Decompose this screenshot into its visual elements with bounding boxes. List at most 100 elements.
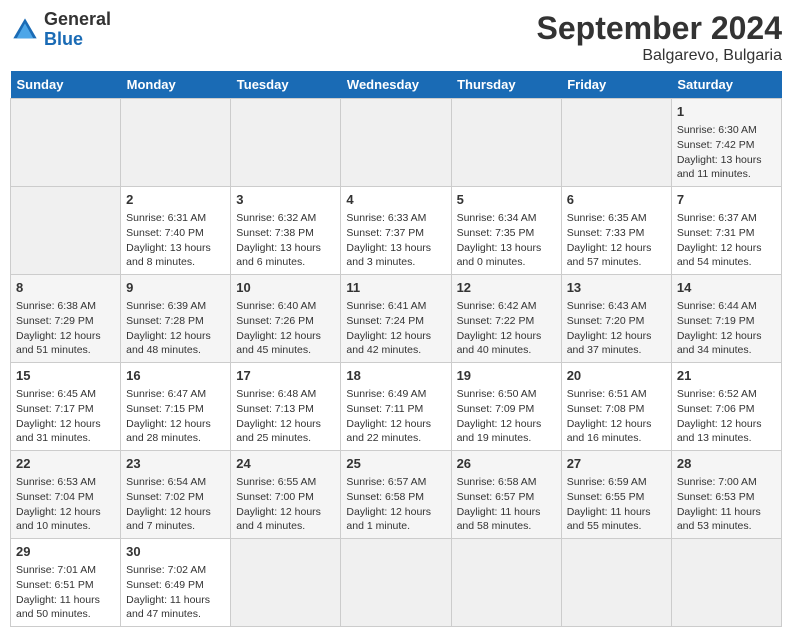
calendar-table: SundayMondayTuesdayWednesdayThursdayFrid… [10, 71, 782, 627]
logo-text: General Blue [44, 10, 111, 50]
day-number: 8 [16, 279, 115, 297]
calendar-cell: 22Sunrise: 6:53 AMSunset: 7:04 PMDayligh… [11, 451, 121, 539]
calendar-cell [451, 99, 561, 187]
location: Balgarevo, Bulgaria [537, 47, 782, 65]
day-number: 23 [126, 455, 225, 473]
sunset-text: Sunset: 7:22 PM [457, 314, 556, 329]
daylight-text: Daylight: 12 hours and 57 minutes. [567, 241, 666, 270]
day-number: 13 [567, 279, 666, 297]
sunset-text: Sunset: 7:33 PM [567, 226, 666, 241]
calendar-cell [341, 99, 451, 187]
calendar-cell: 15Sunrise: 6:45 AMSunset: 7:17 PMDayligh… [11, 363, 121, 451]
day-number: 29 [16, 543, 115, 561]
day-number: 22 [16, 455, 115, 473]
calendar-cell: 5Sunrise: 6:34 AMSunset: 7:35 PMDaylight… [451, 187, 561, 275]
day-number: 30 [126, 543, 225, 561]
calendar-cell [561, 539, 671, 627]
sunset-text: Sunset: 7:28 PM [126, 314, 225, 329]
sunset-text: Sunset: 7:42 PM [677, 138, 776, 153]
calendar-cell: 28Sunrise: 7:00 AMSunset: 6:53 PMDayligh… [671, 451, 781, 539]
calendar-cell: 19Sunrise: 6:50 AMSunset: 7:09 PMDayligh… [451, 363, 561, 451]
sunset-text: Sunset: 7:06 PM [677, 402, 776, 417]
logo-general: General [44, 9, 111, 29]
sunrise-text: Sunrise: 6:55 AM [236, 475, 335, 490]
daylight-text: Daylight: 12 hours and 54 minutes. [677, 241, 776, 270]
day-number: 4 [346, 191, 445, 209]
sunrise-text: Sunrise: 6:39 AM [126, 299, 225, 314]
logo-blue: Blue [44, 29, 83, 49]
daylight-text: Daylight: 12 hours and 34 minutes. [677, 329, 776, 358]
sunrise-text: Sunrise: 6:54 AM [126, 475, 225, 490]
calendar-cell: 10Sunrise: 6:40 AMSunset: 7:26 PMDayligh… [231, 275, 341, 363]
sunrise-text: Sunrise: 6:49 AM [346, 387, 445, 402]
sunrise-text: Sunrise: 6:33 AM [346, 211, 445, 226]
day-number: 9 [126, 279, 225, 297]
calendar-cell: 29Sunrise: 7:01 AMSunset: 6:51 PMDayligh… [11, 539, 121, 627]
day-number: 5 [457, 191, 556, 209]
column-header-friday: Friday [561, 71, 671, 99]
sunset-text: Sunset: 7:04 PM [16, 490, 115, 505]
sunset-text: Sunset: 7:19 PM [677, 314, 776, 329]
sunrise-text: Sunrise: 6:50 AM [457, 387, 556, 402]
calendar-cell: 16Sunrise: 6:47 AMSunset: 7:15 PMDayligh… [121, 363, 231, 451]
day-number: 25 [346, 455, 445, 473]
sunset-text: Sunset: 7:00 PM [236, 490, 335, 505]
column-header-tuesday: Tuesday [231, 71, 341, 99]
daylight-text: Daylight: 11 hours and 58 minutes. [457, 505, 556, 534]
calendar-cell [121, 99, 231, 187]
sunrise-text: Sunrise: 6:43 AM [567, 299, 666, 314]
calendar-cell: 30Sunrise: 7:02 AMSunset: 6:49 PMDayligh… [121, 539, 231, 627]
day-number: 11 [346, 279, 445, 297]
daylight-text: Daylight: 12 hours and 45 minutes. [236, 329, 335, 358]
calendar-cell: 11Sunrise: 6:41 AMSunset: 7:24 PMDayligh… [341, 275, 451, 363]
sunset-text: Sunset: 7:40 PM [126, 226, 225, 241]
day-number: 19 [457, 367, 556, 385]
sunrise-text: Sunrise: 6:59 AM [567, 475, 666, 490]
day-number: 17 [236, 367, 335, 385]
calendar-cell [11, 187, 121, 275]
calendar-cell [231, 99, 341, 187]
header-row: SundayMondayTuesdayWednesdayThursdayFrid… [11, 71, 782, 99]
calendar-cell: 24Sunrise: 6:55 AMSunset: 7:00 PMDayligh… [231, 451, 341, 539]
sunrise-text: Sunrise: 6:51 AM [567, 387, 666, 402]
sunset-text: Sunset: 7:08 PM [567, 402, 666, 417]
sunrise-text: Sunrise: 6:35 AM [567, 211, 666, 226]
day-number: 7 [677, 191, 776, 209]
day-number: 24 [236, 455, 335, 473]
column-header-saturday: Saturday [671, 71, 781, 99]
sunrise-text: Sunrise: 6:44 AM [677, 299, 776, 314]
daylight-text: Daylight: 12 hours and 22 minutes. [346, 417, 445, 446]
column-header-thursday: Thursday [451, 71, 561, 99]
sunrise-text: Sunrise: 7:02 AM [126, 563, 225, 578]
daylight-text: Daylight: 12 hours and 13 minutes. [677, 417, 776, 446]
sunrise-text: Sunrise: 6:45 AM [16, 387, 115, 402]
sunrise-text: Sunrise: 6:58 AM [457, 475, 556, 490]
sunset-text: Sunset: 7:31 PM [677, 226, 776, 241]
daylight-text: Daylight: 12 hours and 42 minutes. [346, 329, 445, 358]
calendar-cell [671, 539, 781, 627]
sunrise-text: Sunrise: 7:01 AM [16, 563, 115, 578]
calendar-week-4: 15Sunrise: 6:45 AMSunset: 7:17 PMDayligh… [11, 363, 782, 451]
sunrise-text: Sunrise: 6:31 AM [126, 211, 225, 226]
calendar-cell: 8Sunrise: 6:38 AMSunset: 7:29 PMDaylight… [11, 275, 121, 363]
day-number: 6 [567, 191, 666, 209]
daylight-text: Daylight: 13 hours and 11 minutes. [677, 153, 776, 182]
sunrise-text: Sunrise: 6:30 AM [677, 123, 776, 138]
calendar-cell [341, 539, 451, 627]
calendar-cell [231, 539, 341, 627]
sunrise-text: Sunrise: 6:38 AM [16, 299, 115, 314]
calendar-cell: 18Sunrise: 6:49 AMSunset: 7:11 PMDayligh… [341, 363, 451, 451]
daylight-text: Daylight: 13 hours and 8 minutes. [126, 241, 225, 270]
calendar-cell: 4Sunrise: 6:33 AMSunset: 7:37 PMDaylight… [341, 187, 451, 275]
sunrise-text: Sunrise: 6:37 AM [677, 211, 776, 226]
day-number: 15 [16, 367, 115, 385]
month-title: September 2024 [537, 10, 782, 47]
day-number: 14 [677, 279, 776, 297]
column-header-sunday: Sunday [11, 71, 121, 99]
day-number: 16 [126, 367, 225, 385]
day-number: 28 [677, 455, 776, 473]
daylight-text: Daylight: 12 hours and 7 minutes. [126, 505, 225, 534]
calendar-cell: 14 Sunrise: 6:44 AMSunset: 7:19 PMDayligh… [671, 275, 781, 363]
calendar-cell [451, 539, 561, 627]
sunset-text: Sunset: 7:26 PM [236, 314, 335, 329]
